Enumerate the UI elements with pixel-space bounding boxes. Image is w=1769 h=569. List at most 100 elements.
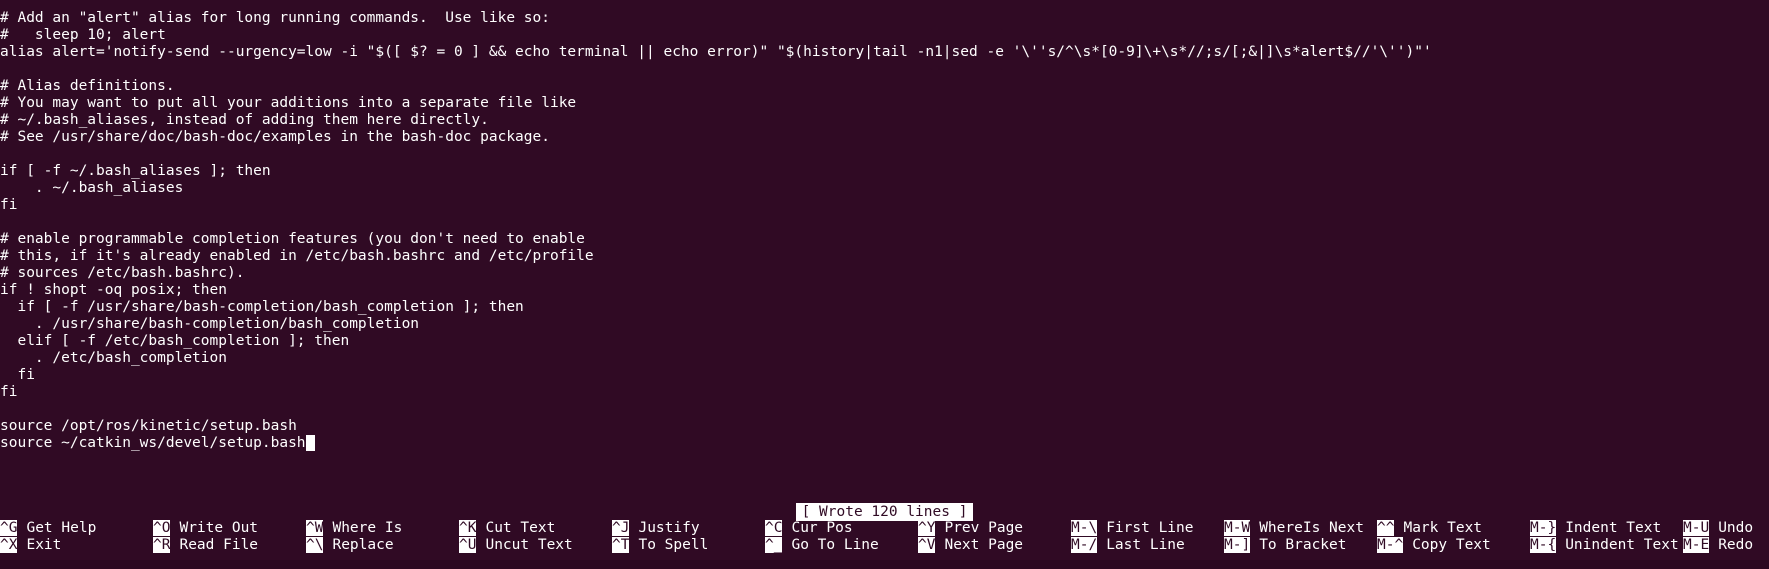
shortcut-next-page[interactable]: ^V Next Page: [918, 537, 1023, 554]
shortcut-label: Justify: [638, 520, 700, 536]
shortcut-label: WhereIs Next: [1259, 520, 1364, 536]
code-line: fi: [0, 384, 18, 400]
shortcut-read-file[interactable]: ^R Read File: [153, 537, 258, 554]
shortcut-row-1: ^G Get Help ^O Write Out ^W Where Is ^K Cut …: [0, 520, 1769, 537]
shortcut-key: M-/: [1071, 537, 1098, 553]
code-line: # sources /etc/bash.bashrc).: [0, 265, 245, 281]
shortcut-label: First Line: [1106, 520, 1194, 536]
shortcut-label: Mark Text: [1403, 520, 1483, 536]
shortcut-key: ^K: [459, 520, 477, 536]
shortcut-label: Where Is: [332, 520, 403, 536]
shortcut-key: M-{: [1530, 537, 1557, 553]
code-line-text: source ~/catkin_ws/devel/setup.bash: [0, 435, 306, 451]
shortcut-unindent-text[interactable]: M-{ Unindent Text: [1530, 537, 1679, 554]
code-line: if [ -f /usr/share/bash-completion/bash_…: [0, 299, 524, 315]
code-line: alias alert='notify-send --urgency=low -…: [0, 44, 1432, 60]
status-bar: [ Wrote 120 lines ]: [0, 503, 1769, 521]
shortcut-key: ^T: [612, 537, 630, 553]
text-cursor: [305, 435, 315, 451]
code-line: # You may want to put all your additions…: [0, 95, 577, 111]
code-line: . /etc/bash_completion: [0, 350, 227, 366]
code-line: fi: [0, 367, 35, 383]
shortcut-key: ^Y: [918, 520, 936, 536]
editor-text-area[interactable]: # Add an "alert" alias for long running …: [0, 10, 1769, 452]
shortcut-prev-page[interactable]: ^Y Prev Page: [918, 520, 1023, 537]
shortcut-exit[interactable]: ^X Exit: [0, 537, 61, 554]
shortcut-key: M-E: [1683, 537, 1710, 553]
shortcut-undo[interactable]: M-U Undo: [1683, 520, 1753, 537]
shortcut-cut-text[interactable]: ^K Cut Text: [459, 520, 555, 537]
shortcut-key: M-^: [1377, 537, 1404, 553]
shortcut-key: ^X: [0, 537, 18, 553]
shortcut-key: M-U: [1683, 520, 1710, 536]
code-line: if ! shopt -oq posix; then: [0, 282, 227, 298]
shortcut-uncut-text[interactable]: ^U Uncut Text: [459, 537, 573, 554]
shortcut-justify[interactable]: ^J Justify: [612, 520, 700, 537]
shortcut-key: M-W: [1224, 520, 1251, 536]
shortcut-label: Last Line: [1106, 537, 1185, 553]
shortcut-key: ^_: [765, 537, 783, 553]
shortcut-key: ^W: [306, 520, 324, 536]
shortcut-key: M-]: [1224, 537, 1251, 553]
shortcut-label: Replace: [332, 537, 394, 553]
shortcut-last-line[interactable]: M-/ Last Line: [1071, 537, 1185, 554]
shortcut-key: ^C: [765, 520, 783, 536]
code-line: elif [ -f /etc/bash_completion ]; then: [0, 333, 350, 349]
shortcut-label: Indent Text: [1565, 520, 1662, 536]
shortcut-replace[interactable]: ^\ Replace: [306, 537, 394, 554]
shortcut-label: Unindent Text: [1565, 537, 1679, 553]
code-line: # See /usr/share/doc/bash-doc/examples i…: [0, 129, 550, 145]
shortcut-label: Copy Text: [1412, 537, 1491, 553]
shortcut-indent-text[interactable]: M-} Indent Text: [1530, 520, 1661, 537]
shortcut-label: Go To Line: [791, 537, 879, 553]
shortcut-key: ^O: [153, 520, 171, 536]
shortcut-label: Exit: [26, 537, 62, 553]
shortcut-label: Get Help: [26, 520, 97, 536]
shortcut-label: Redo: [1718, 537, 1754, 553]
shortcut-to-bracket[interactable]: M-] To Bracket: [1224, 537, 1347, 554]
shortcut-label: Cut Text: [485, 520, 556, 536]
shortcut-label: Write Out: [179, 520, 259, 536]
shortcut-row-2: ^X Exit ^R Read File ^\ Replace ^U Uncut Tex…: [0, 537, 1769, 554]
shortcut-to-spell[interactable]: ^T To Spell: [612, 537, 708, 554]
shortcut-label: Undo: [1718, 520, 1754, 536]
shortcut-key: ^^: [1377, 520, 1395, 536]
shortcut-key: M-\: [1071, 520, 1098, 536]
shortcut-mark-text[interactable]: ^^ Mark Text: [1377, 520, 1482, 537]
shortcut-redo[interactable]: M-E Redo: [1683, 537, 1753, 554]
code-line: # ~/.bash_aliases, instead of adding the…: [0, 112, 489, 128]
shortcut-label: Cur Pos: [791, 520, 853, 536]
code-line: source /opt/ros/kinetic/setup.bash: [0, 418, 297, 434]
shortcut-whereis-next[interactable]: M-W WhereIs Next: [1224, 520, 1364, 537]
code-line: # sleep 10; alert: [0, 27, 166, 43]
shortcut-get-help[interactable]: ^G Get Help: [0, 520, 96, 537]
code-line: if [ -f ~/.bash_aliases ]; then: [0, 163, 271, 179]
shortcut-write-out[interactable]: ^O Write Out: [153, 520, 258, 537]
shortcut-bar: ^G Get Help ^O Write Out ^W Where Is ^K Cut …: [0, 520, 1769, 554]
code-line: # enable programmable completion feature…: [0, 231, 585, 247]
shortcut-key: ^V: [918, 537, 936, 553]
shortcut-label: To Bracket: [1259, 537, 1347, 553]
shortcut-label: To Spell: [638, 537, 709, 553]
code-line: . ~/.bash_aliases: [0, 180, 184, 196]
shortcut-key: ^R: [153, 537, 171, 553]
shortcut-cur-pos[interactable]: ^C Cur Pos: [765, 520, 853, 537]
shortcut-key: ^J: [612, 520, 630, 536]
code-line: # Alias definitions.: [0, 78, 175, 94]
bottom-strip: [0, 560, 1769, 569]
code-line: . /usr/share/bash-completion/bash_comple…: [0, 316, 420, 332]
shortcut-label: Prev Page: [944, 520, 1024, 536]
shortcut-go-to-line[interactable]: ^_ Go To Line: [765, 537, 879, 554]
shortcut-where-is[interactable]: ^W Where Is: [306, 520, 402, 537]
code-line: fi: [0, 197, 18, 213]
shortcut-key: ^\: [306, 537, 324, 553]
code-line: # this, if it's already enabled in /etc/…: [0, 248, 594, 264]
shortcut-first-line[interactable]: M-\ First Line: [1071, 520, 1194, 537]
shortcut-key: M-}: [1530, 520, 1557, 536]
shortcut-copy-text[interactable]: M-^ Copy Text: [1377, 537, 1491, 554]
current-code-line: source ~/catkin_ws/devel/setup.bash: [0, 435, 1769, 452]
